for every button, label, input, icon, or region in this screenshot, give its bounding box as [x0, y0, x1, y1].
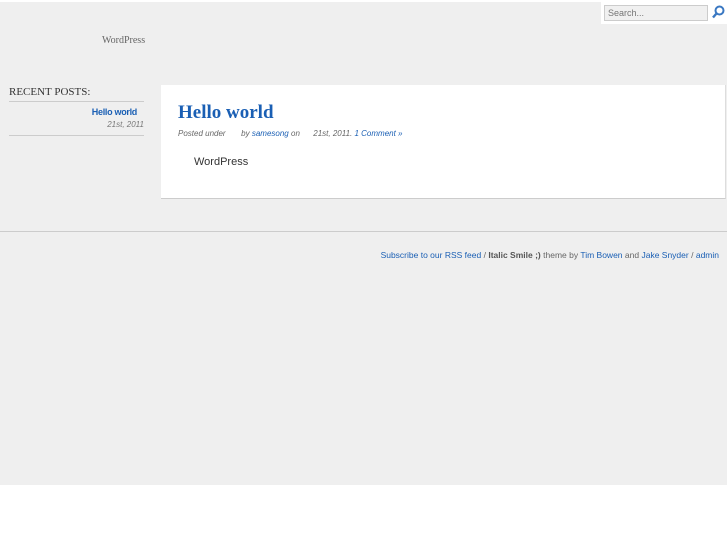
author-link[interactable]: samesong	[252, 129, 289, 138]
admin-link[interactable]: admin	[696, 250, 719, 260]
comments-link[interactable]: 1 Comment »	[354, 129, 402, 138]
posted-under-label: Posted under	[178, 129, 226, 138]
footer: Subscribe to our RSS feed / Italic Smile…	[381, 250, 719, 260]
rss-link[interactable]: Subscribe to our RSS feed	[381, 250, 482, 260]
post-title-link[interactable]: Hello world	[178, 102, 274, 123]
search-icon[interactable]	[711, 5, 725, 19]
search-form	[601, 0, 727, 24]
by-label: by	[241, 129, 250, 138]
on-label: on	[291, 129, 300, 138]
theme-name: Italic Smile ;)	[488, 250, 541, 260]
footer-divider	[0, 231, 727, 232]
separator: /	[483, 250, 486, 260]
post: Hello world Posted under by samesong on …	[161, 85, 726, 199]
post-date: 21st, 2011.	[313, 129, 353, 138]
blog-name-link[interactable]: WordPress	[102, 35, 145, 46]
page-background	[0, 2, 727, 485]
author2-link[interactable]: Jake Snyder	[641, 250, 688, 260]
and-label: and	[624, 250, 640, 260]
author1-link[interactable]: Tim Bowen	[580, 250, 622, 260]
sidebar: RECENT POSTS: Hello world 21st, 2011	[9, 86, 144, 136]
separator: /	[691, 250, 694, 260]
recent-post-item: Hello world 21st, 2011	[9, 102, 144, 136]
post-content: WordPress	[194, 156, 249, 168]
recent-posts-heading: RECENT POSTS:	[9, 86, 144, 102]
post-meta: Posted under by samesong on 21st, 2011. …	[178, 129, 403, 138]
recent-post-date: 21st, 2011	[107, 120, 144, 129]
recent-post-link[interactable]: Hello world	[9, 107, 138, 117]
theme-by-label: theme by	[543, 250, 579, 260]
search-input[interactable]	[604, 5, 708, 21]
